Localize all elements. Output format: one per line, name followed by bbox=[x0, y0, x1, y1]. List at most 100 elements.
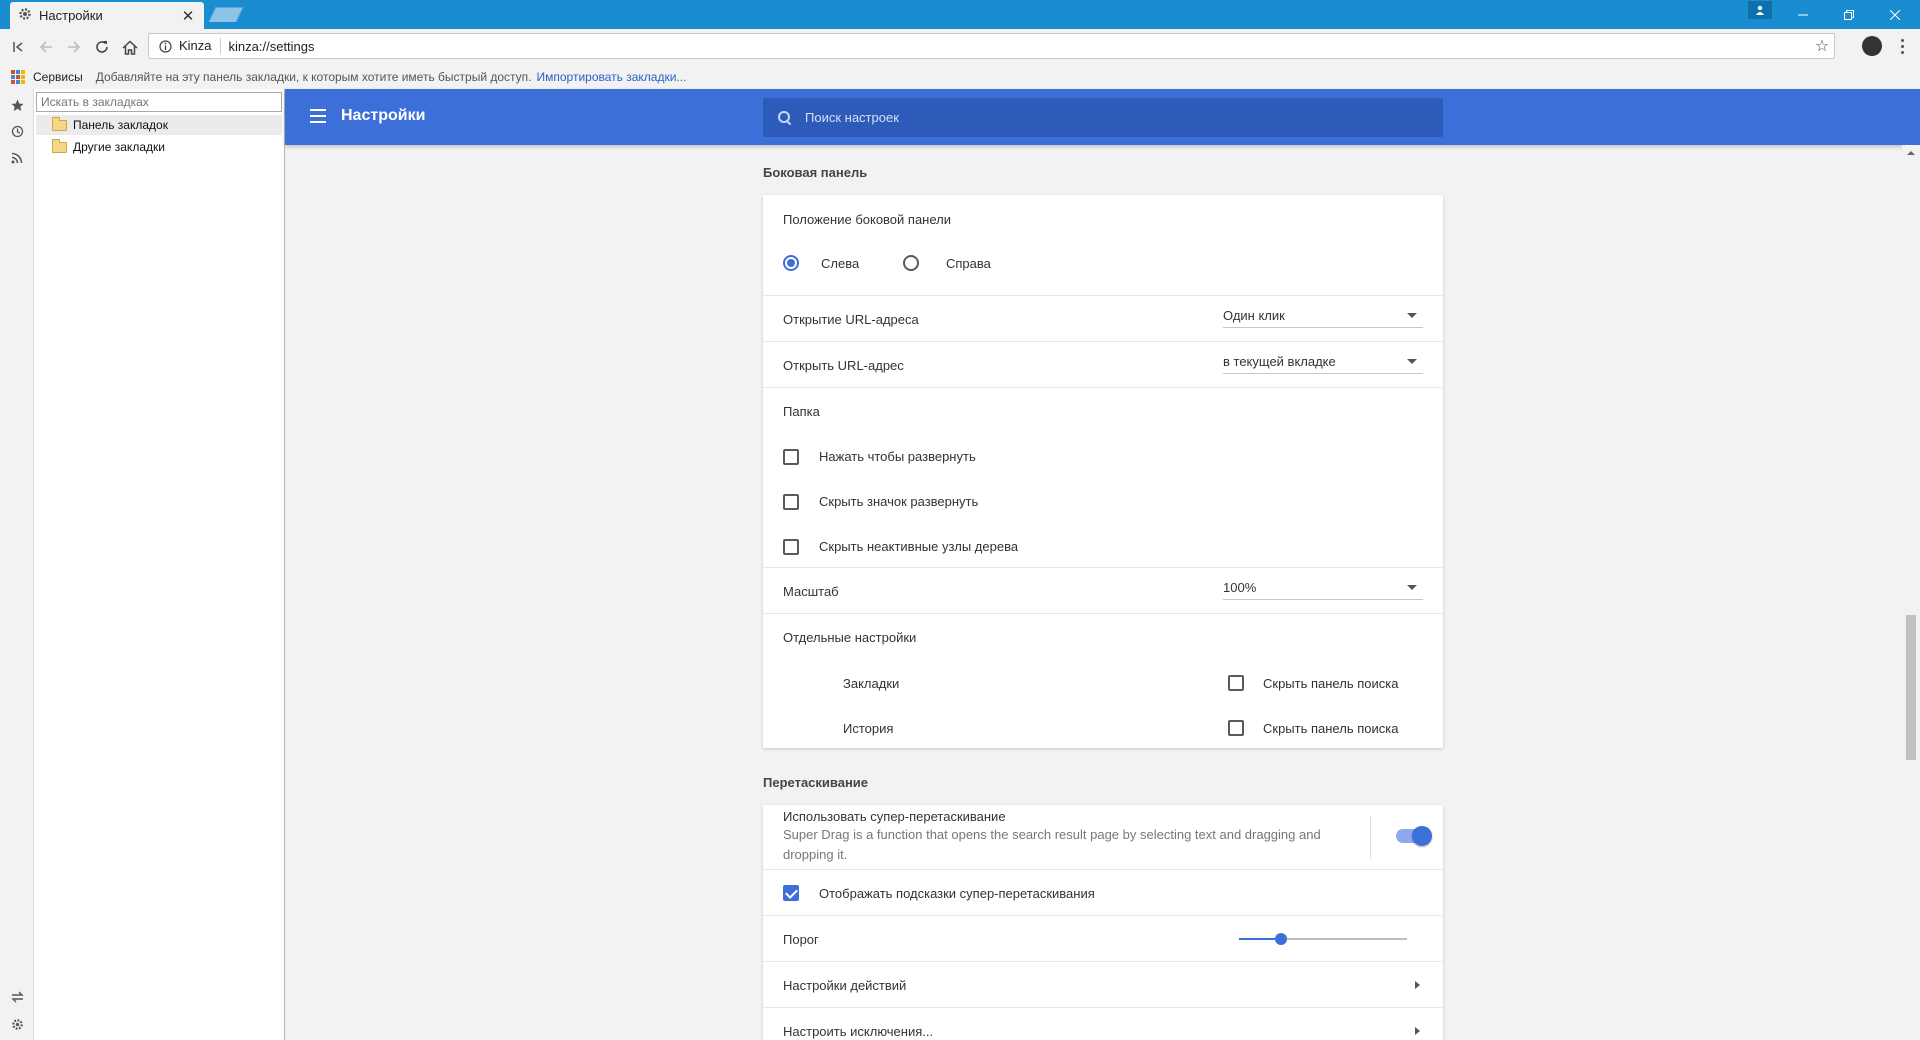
settings-search-input[interactable] bbox=[805, 110, 1405, 125]
super-drag-description-line2: dropping it. bbox=[783, 847, 848, 862]
bookmarks-panel: Панель закладок Другие закладки bbox=[34, 89, 285, 1040]
super-drag-toggle[interactable] bbox=[1396, 826, 1432, 846]
bookmark-folder-label: Панель закладок bbox=[73, 118, 168, 132]
page-title: Настройки bbox=[341, 107, 426, 124]
info-icon[interactable] bbox=[155, 39, 175, 53]
bookmark-folder-label: Другие закладки bbox=[73, 140, 165, 154]
star-icon[interactable]: ☆ bbox=[1810, 36, 1834, 56]
services-link[interactable]: Сервисы bbox=[33, 70, 83, 84]
threshold-label: Порог bbox=[783, 932, 819, 947]
tab-title: Настройки bbox=[39, 8, 103, 23]
history-icon[interactable] bbox=[8, 122, 26, 140]
action-settings-row[interactable]: Настройки действий bbox=[763, 961, 1443, 1007]
rss-icon[interactable] bbox=[8, 149, 26, 167]
bookmarks-search-input[interactable] bbox=[36, 92, 282, 112]
import-bookmarks-link[interactable]: Импортировать закладки... bbox=[537, 70, 687, 84]
chevron-right-icon bbox=[1415, 1027, 1420, 1035]
checkbox-history-hide-search[interactable] bbox=[1228, 720, 1244, 736]
search-icon bbox=[777, 110, 793, 126]
site-name: Kinza bbox=[175, 38, 221, 54]
drag-hints-row: Отображать подсказки супер-перетаскивани… bbox=[763, 869, 1443, 915]
checkbox-bookmarks-hide-search[interactable] bbox=[1228, 675, 1244, 691]
forward-icon[interactable] bbox=[60, 33, 88, 61]
apps-icon[interactable] bbox=[11, 70, 25, 84]
scale-label: Масштаб bbox=[783, 584, 839, 599]
action-settings-label[interactable]: Настройки действий bbox=[783, 978, 906, 993]
click-to-expand-label[interactable]: Нажать чтобы развернуть bbox=[819, 449, 976, 464]
checkbox-drag-hints[interactable] bbox=[783, 885, 799, 901]
dropdown-arrow-icon bbox=[1407, 313, 1417, 318]
scroll-up-arrow-icon[interactable] bbox=[1907, 151, 1915, 155]
super-drag-label: Использовать супер-перетаскивание bbox=[783, 809, 1006, 824]
menu-icon[interactable] bbox=[1892, 34, 1912, 58]
folder-label: Папка bbox=[783, 404, 820, 419]
separate-history-label: История bbox=[843, 721, 894, 736]
scale-select[interactable]: 100% bbox=[1223, 576, 1423, 600]
drag-settings-card: Использовать супер-перетаскивание Super … bbox=[763, 805, 1443, 1040]
back-icon[interactable] bbox=[32, 33, 60, 61]
minimize-icon[interactable] bbox=[1780, 0, 1825, 29]
extension-cat-icon[interactable] bbox=[1862, 36, 1882, 56]
sidebar-position-label: Положение боковой панели bbox=[783, 212, 952, 227]
hide-inactive-nodes-label[interactable]: Скрыть неактивные узлы дерева bbox=[819, 539, 1018, 554]
radio-right-label[interactable]: Справа bbox=[946, 256, 991, 271]
sidebar-settings-gear-icon[interactable] bbox=[8, 1015, 26, 1033]
section-title-sidebar: Боковая панель bbox=[763, 165, 868, 180]
open-url-value: в текущей вкладке bbox=[1223, 354, 1336, 369]
checkbox-click-to-expand[interactable] bbox=[783, 449, 799, 465]
open-url-row: Открыть URL-адрес в текущей вкладке bbox=[763, 341, 1443, 387]
url-open-label: Открытие URL-адреса bbox=[783, 312, 919, 327]
open-url-label: Открыть URL-адрес bbox=[783, 358, 904, 373]
url-open-select[interactable]: Один клик bbox=[1223, 304, 1423, 328]
settings-header: Настройки bbox=[285, 89, 1920, 145]
new-tab-button[interactable] bbox=[208, 7, 244, 22]
hamburger-menu-icon[interactable] bbox=[310, 109, 326, 123]
hide-expand-icon-label[interactable]: Скрыть значок развернуть bbox=[819, 494, 978, 509]
folder-icon bbox=[52, 116, 67, 131]
address-bar[interactable]: Kinza kinza://settings ☆ bbox=[148, 33, 1835, 59]
dropdown-arrow-icon bbox=[1407, 585, 1417, 590]
exceptions-row[interactable]: Настроить исключения... bbox=[763, 1007, 1443, 1040]
super-drag-row: Использовать супер-перетаскивание Super … bbox=[763, 805, 1443, 869]
bookmarks-bar: Сервисы Добавляйте на эту панель закладк… bbox=[0, 65, 1920, 89]
open-url-select[interactable]: в текущей вкладке bbox=[1223, 350, 1423, 374]
exceptions-label[interactable]: Настроить исключения... bbox=[783, 1024, 933, 1039]
close-window-icon[interactable] bbox=[1872, 0, 1917, 29]
content-scrollbar[interactable] bbox=[1902, 145, 1920, 1040]
dropdown-arrow-icon bbox=[1407, 359, 1417, 364]
restore-icon[interactable] bbox=[1826, 0, 1871, 29]
bookmark-folder-bar[interactable]: Панель закладок bbox=[36, 115, 282, 135]
sidebar-toggle-icon[interactable] bbox=[4, 33, 32, 61]
scrollbar-thumb[interactable] bbox=[1906, 615, 1916, 760]
url-open-row: Открытие URL-адреса Один клик bbox=[763, 295, 1443, 341]
bookmarks-hide-search-label[interactable]: Скрыть панель поиска bbox=[1263, 676, 1398, 691]
swap-icon[interactable] bbox=[8, 988, 26, 1006]
settings-search-box[interactable] bbox=[763, 98, 1443, 137]
history-hide-search-label[interactable]: Скрыть панель поиска bbox=[1263, 721, 1398, 736]
tab-settings[interactable]: Настройки ✕ bbox=[10, 2, 204, 29]
drag-hints-label[interactable]: Отображать подсказки супер-перетаскивани… bbox=[819, 886, 1095, 901]
separate-bookmarks-label: Закладки bbox=[843, 676, 900, 691]
home-icon[interactable] bbox=[116, 33, 144, 61]
radio-left[interactable] bbox=[783, 255, 799, 271]
tab-close-icon[interactable]: ✕ bbox=[180, 7, 196, 25]
reload-icon[interactable] bbox=[88, 33, 116, 61]
radio-left-label[interactable]: Слева bbox=[821, 256, 859, 271]
bookmarks-bar-hint: Добавляйте на эту панель закладки, к кот… bbox=[95, 70, 532, 84]
bookmark-folder-other[interactable]: Другие закладки bbox=[36, 137, 282, 157]
sidebar-strip bbox=[0, 89, 34, 1040]
checkbox-hide-inactive-nodes[interactable] bbox=[783, 539, 799, 555]
gear-icon bbox=[18, 7, 32, 24]
profile-icon[interactable] bbox=[1748, 1, 1772, 19]
checkbox-hide-expand-icon[interactable] bbox=[783, 494, 799, 510]
divider bbox=[1370, 815, 1371, 859]
title-bar: Настройки ✕ bbox=[0, 0, 1920, 29]
threshold-slider-knob[interactable] bbox=[1275, 933, 1287, 945]
radio-right[interactable] bbox=[903, 255, 919, 271]
bookmarks-star-icon[interactable] bbox=[8, 96, 26, 114]
url-open-value: Один клик bbox=[1223, 308, 1285, 323]
url-text[interactable]: kinza://settings bbox=[229, 39, 1810, 54]
separate-settings-row: Отдельные настройки Закладки Скрыть пане… bbox=[763, 613, 1443, 748]
folder-icon bbox=[52, 138, 67, 153]
scale-value: 100% bbox=[1223, 580, 1257, 595]
